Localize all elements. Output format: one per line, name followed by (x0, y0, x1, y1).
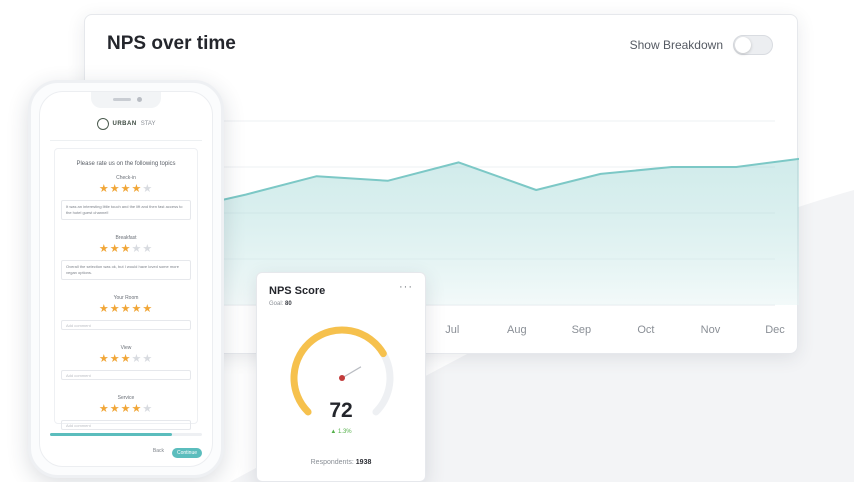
x-tick-label: Nov (701, 324, 721, 336)
goal-value: 80 (285, 301, 292, 307)
comment-field[interactable]: It was an interesting little touch and t… (61, 200, 191, 220)
back-button[interactable]: Back (149, 446, 168, 456)
star-icon[interactable]: ★ (131, 303, 142, 315)
gauge-needle-pivot (339, 375, 345, 381)
star-icon[interactable]: ★ (99, 353, 110, 365)
show-breakdown-label: Show Breakdown (629, 38, 723, 52)
x-tick-label: Oct (637, 324, 654, 336)
x-tick-label: Dec (765, 324, 785, 336)
star-icon[interactable]: ★ (110, 403, 121, 415)
star-rating[interactable]: ★★★★★ (61, 304, 191, 315)
comment-field[interactable]: Overall the selection was ok, but I woul… (61, 260, 191, 280)
topic-view: View ★★★★★ Add comment (61, 345, 191, 380)
continue-button[interactable]: Continue (172, 448, 202, 458)
chart-title: NPS over time (107, 33, 236, 54)
star-rating[interactable]: ★★★★★ (61, 354, 191, 365)
star-icon[interactable]: ★ (142, 353, 153, 365)
topic-service: Service ★★★★★ Add comment (61, 395, 191, 430)
star-icon[interactable]: ★ (142, 243, 153, 255)
star-icon[interactable]: ★ (121, 403, 132, 415)
brand-name: URBAN (112, 121, 137, 127)
star-icon[interactable]: ★ (99, 243, 110, 255)
respondents-value: 1938 (355, 459, 372, 466)
brand-suffix: STAY (140, 121, 156, 127)
score-card-title: NPS Score (269, 285, 326, 297)
star-rating[interactable]: ★★★★★ (61, 244, 191, 255)
star-icon[interactable]: ★ (121, 243, 132, 255)
comment-field[interactable]: Add comment (61, 420, 191, 430)
star-icon[interactable]: ★ (121, 353, 132, 365)
topic-check-in: Check-in ★★★★★ It was an interesting lit… (61, 175, 191, 220)
survey-progress-bar (50, 433, 202, 436)
topic-name: Service (117, 395, 135, 401)
nps-score-delta: ▲ 1.3% (330, 429, 352, 435)
topic-breakfast: Breakfast ★★★★★ Overall the selection wa… (61, 235, 191, 280)
star-icon[interactable]: ★ (131, 243, 142, 255)
star-icon[interactable]: ★ (142, 303, 153, 315)
topic-name: Your Room (113, 295, 139, 301)
topic-name: View (120, 345, 132, 351)
comment-field[interactable]: Add comment (61, 370, 191, 380)
star-icon[interactable]: ★ (121, 303, 132, 315)
topic-your-room: Your Room ★★★★★ Add comment (61, 295, 191, 330)
score-goal: Goal: 80 (269, 301, 292, 307)
respondents-label: Respondents: (310, 459, 354, 466)
x-tick-label: Jul (445, 324, 459, 336)
star-icon[interactable]: ★ (110, 303, 121, 315)
star-icon[interactable]: ★ (131, 183, 142, 195)
respondents: Respondents: 1938 (257, 459, 425, 466)
star-rating[interactable]: ★★★★★ (61, 184, 191, 195)
speaker-grill (113, 98, 131, 101)
star-icon[interactable]: ★ (110, 353, 121, 365)
show-breakdown-toggle[interactable] (733, 35, 773, 55)
nps-score-value: 72 (329, 399, 353, 422)
goal-label: Goal: (269, 301, 284, 307)
survey-progress-fill (50, 433, 172, 436)
star-icon[interactable]: ★ (121, 183, 132, 195)
star-icon[interactable]: ★ (99, 403, 110, 415)
phone-notch (91, 92, 161, 108)
phone-mockup: URBAN STAY Please rate us on the followi… (28, 80, 224, 478)
brand-logo-icon (96, 118, 109, 130)
survey-panel: Please rate us on the following topics C… (54, 148, 198, 430)
topic-name: Breakfast (115, 235, 137, 241)
brand-header: URBAN STAY (40, 118, 212, 130)
x-tick-label: Sep (572, 324, 592, 336)
star-icon[interactable]: ★ (142, 403, 153, 415)
star-icon[interactable]: ★ (99, 183, 110, 195)
show-breakdown-control[interactable]: Show Breakdown (630, 35, 773, 55)
star-icon[interactable]: ★ (99, 303, 110, 315)
camera-dot (137, 97, 142, 102)
nps-score-card: NPS Score Goal: 80 ··· 72 ▲ 1.3% Respond… (256, 272, 426, 482)
comment-field[interactable]: Add comment (61, 320, 191, 330)
x-tick-label: Aug (507, 324, 527, 336)
toggle-knob (735, 37, 751, 53)
header-divider (50, 140, 202, 141)
star-icon[interactable]: ★ (110, 183, 121, 195)
star-icon[interactable]: ★ (131, 403, 142, 415)
phone-screen: URBAN STAY Please rate us on the followi… (39, 91, 213, 467)
star-rating[interactable]: ★★★★★ (61, 404, 191, 415)
survey-heading: Please rate us on the following topics (76, 161, 176, 167)
star-icon[interactable]: ★ (131, 353, 142, 365)
star-icon[interactable]: ★ (110, 243, 121, 255)
more-options-icon[interactable]: ··· (399, 281, 413, 293)
star-icon[interactable]: ★ (142, 183, 153, 195)
gauge-needle (341, 366, 362, 379)
topic-name: Check-in (116, 175, 136, 181)
